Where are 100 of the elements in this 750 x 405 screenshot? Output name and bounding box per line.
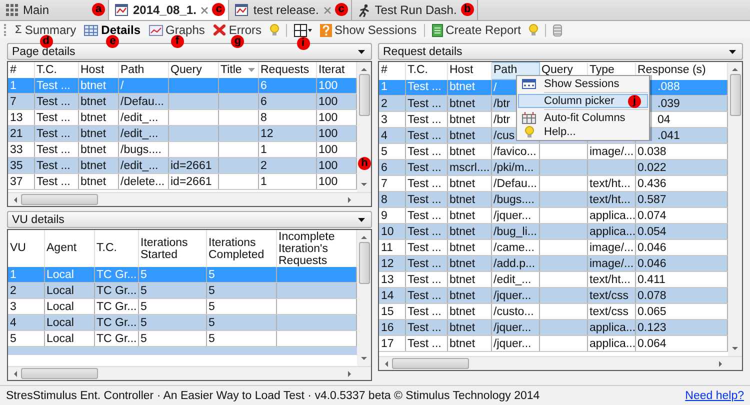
table-cell: btnet (80, 128, 106, 140)
panel-header[interactable]: VU details (7, 211, 372, 228)
tab[interactable]: Main a (0, 0, 109, 20)
column-header[interactable]: Response (s) (638, 64, 706, 76)
table-row[interactable]: 12 Test ... btnet /add.p... image/... 0.046 (379, 256, 728, 272)
table-cell: Test ... (408, 178, 442, 190)
table-row[interactable]: 35 Test ... btnet /edit_... id=2661 2 100 (8, 158, 356, 174)
vertical-scrollbar[interactable] (357, 62, 371, 192)
table-row[interactable]: 21 Test ... btnet /edit_... 12 100 (8, 126, 356, 142)
table-cell: 21 (10, 128, 23, 140)
table-cell: 2 (260, 160, 267, 172)
table-cell: /jquer... (494, 322, 532, 334)
table-cell: 5 (208, 300, 215, 312)
column-header[interactable]: Requests (260, 64, 310, 76)
column-header[interactable]: Incomplete Iteration's Requests (278, 230, 354, 266)
table-cell: 33 (10, 144, 23, 156)
vertical-scrollbar[interactable] (728, 62, 742, 356)
tab[interactable]: Test Run Dash. b (352, 0, 478, 20)
column-header[interactable]: Agent (46, 242, 77, 254)
table-cell: /custo... (494, 306, 534, 318)
table-cell: /Defau... (494, 178, 537, 190)
table-cell: 0.046 (638, 242, 666, 254)
database-icon[interactable] (552, 24, 562, 36)
table-row[interactable]: 8 Test ... btnet /bugs.... text/ht... 0.587 (379, 192, 728, 208)
table-cell: btnet (80, 80, 106, 92)
table-cell: 16 (381, 322, 394, 334)
table-row[interactable]: 2 Local TC Gr... 5 5 (8, 282, 356, 298)
column-header[interactable]: Title (220, 64, 242, 76)
column-header[interactable]: Path (120, 64, 144, 76)
column-header[interactable]: T.C. (36, 64, 57, 76)
table-cell: / (494, 82, 497, 94)
callout-marker: g (231, 34, 244, 48)
table-row[interactable]: 37 Test ... btnet /delete... id=2661 1 100 (8, 174, 356, 190)
column-header[interactable]: Host (450, 64, 474, 76)
column-header[interactable]: Iterations Started (140, 236, 204, 260)
column-header[interactable]: Host (80, 64, 104, 76)
table-cell: 100 (318, 96, 338, 108)
column-header[interactable]: VU (10, 242, 26, 254)
column-header[interactable]: Query (542, 64, 573, 76)
table-cell: Test ... (36, 96, 70, 108)
toolbar-button[interactable]: Show Sessions (316, 22, 420, 38)
table-cell: Test ... (408, 338, 442, 350)
toolbar-button[interactable]: Create Report (428, 22, 524, 38)
callout-marker: c (334, 3, 348, 16)
columns-dropdown-icon[interactable] (294, 24, 312, 36)
panel-header[interactable]: Request details (378, 43, 743, 60)
table-cell: Test ... (36, 160, 70, 172)
table-row[interactable]: 4 Local TC Gr... 5 5 (8, 314, 356, 330)
table-row[interactable]: 14 Test ... btnet /jquer... text/css 0.078 (379, 288, 728, 304)
horizontal-scrollbar[interactable] (379, 356, 742, 370)
tab[interactable]: test release. c (229, 0, 352, 20)
table-cell: Test ... (408, 162, 442, 174)
menu-item[interactable]: Column picker j (518, 94, 648, 108)
table-cell: /edit_... (120, 128, 158, 140)
vertical-scrollbar[interactable] (357, 230, 371, 366)
dropdown-icon (729, 50, 736, 54)
menu-item[interactable]: Auto-fit Columns (518, 111, 648, 125)
bulb-icon[interactable] (270, 24, 279, 36)
close-icon[interactable] (324, 6, 331, 14)
table-cell: /bugs.... (120, 144, 162, 156)
callout-marker: d (40, 34, 53, 48)
column-header[interactable]: Type (590, 64, 614, 76)
close-icon[interactable] (201, 6, 208, 14)
column-header[interactable]: Iterat (318, 64, 345, 76)
table-cell: 0.054 (638, 226, 666, 238)
graph-icon (148, 24, 163, 36)
help-link[interactable]: Need help? (685, 390, 744, 402)
column-header[interactable]: # (381, 64, 388, 76)
table-cell: text/ht... (590, 274, 630, 286)
menu-item[interactable]: Show Sessions (518, 77, 648, 91)
column-header[interactable]: # (10, 64, 16, 76)
table-cell: /bugs.... (494, 194, 534, 206)
horizontal-scrollbar[interactable] (8, 192, 371, 206)
table-cell: btnet (450, 194, 476, 206)
table-cell: TC Gr... (96, 332, 137, 344)
table-cell: Test ... (408, 146, 442, 158)
table-cell: 2 (10, 284, 16, 296)
sessions-icon (522, 79, 536, 89)
horizontal-scrollbar[interactable] (8, 366, 371, 380)
column-header[interactable]: Iterations Completed (208, 236, 274, 260)
table-cell: Test ... (408, 242, 442, 254)
table-row[interactable]: 7 Test ... btnet /Defau... 6 100 (8, 94, 356, 110)
runner-icon (358, 4, 370, 16)
column-header[interactable]: T.C. (408, 64, 428, 76)
table-cell: /favico... (494, 146, 536, 158)
bulb-icon[interactable] (528, 24, 538, 36)
table-row[interactable]: 6 Test ... mscrl.... /pki/m... 0.022 (379, 160, 728, 176)
table-cell: btnet (450, 258, 476, 270)
table-cell: 100 (318, 80, 338, 92)
table-cell: 100 (318, 160, 338, 172)
tab[interactable]: 2014_08_1. c (109, 0, 230, 20)
table-cell: 10 (381, 226, 394, 238)
table-cell: Test ... (408, 81, 442, 94)
menu-item[interactable]: Help... (518, 125, 648, 139)
table-cell: /jquer... (494, 338, 532, 350)
table-cell: Local (46, 332, 74, 344)
column-header[interactable]: T.C. (96, 242, 117, 254)
panel-title: VU details (12, 214, 64, 226)
table-cell: 8 (260, 112, 267, 124)
column-header[interactable]: Query (170, 64, 202, 76)
